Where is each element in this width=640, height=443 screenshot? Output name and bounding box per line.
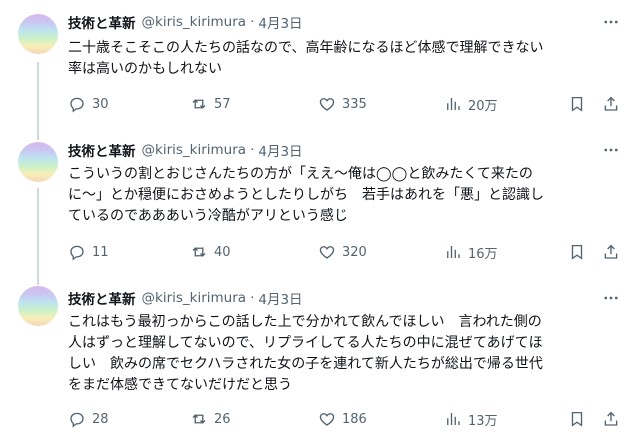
- action-bar: 28 26 186 13万: [68, 408, 620, 430]
- tweet-date[interactable]: 4月3日: [258, 12, 302, 32]
- views-count: 20万: [468, 98, 498, 114]
- views-button[interactable]: 16万: [444, 241, 498, 263]
- retweet-button[interactable]: 57: [190, 93, 231, 115]
- user-handle[interactable]: @kiris_kirimura: [142, 142, 247, 158]
- views-icon: [447, 413, 460, 425]
- share-button[interactable]: [602, 241, 620, 263]
- action-bar: 30 57 335 20万: [68, 93, 620, 115]
- tweet[interactable]: 技術と革新 @kiris_kirimura · 4月3日 こういうの割とおじさん…: [0, 136, 640, 284]
- views-button[interactable]: 20万: [444, 93, 498, 115]
- retweet-icon: [192, 414, 206, 424]
- retweet-button[interactable]: 40: [190, 241, 231, 263]
- like-button[interactable]: 335: [318, 93, 367, 115]
- reply-button[interactable]: 28: [68, 408, 109, 430]
- share-button[interactable]: [602, 93, 620, 115]
- views-count: 16万: [468, 246, 498, 262]
- reply-count: 30: [92, 96, 109, 112]
- views-icon: [447, 98, 460, 110]
- display-name[interactable]: 技術と革新: [68, 140, 136, 160]
- more-horizontal-icon[interactable]: [600, 140, 622, 160]
- display-name[interactable]: 技術と革新: [68, 288, 136, 308]
- reply-icon: [70, 97, 84, 113]
- share-icon: [604, 96, 618, 111]
- retweet-count: 26: [214, 411, 231, 427]
- separator-dot: ·: [250, 142, 255, 158]
- share-icon: [604, 411, 618, 426]
- heart-icon: [319, 246, 335, 259]
- more-horizontal-icon[interactable]: [600, 12, 622, 32]
- bookmark-icon: [571, 411, 583, 427]
- retweet-icon: [192, 99, 206, 109]
- bookmark-icon: [571, 244, 583, 260]
- like-count: 320: [342, 244, 367, 260]
- bookmark-button[interactable]: [568, 241, 586, 263]
- retweet-button[interactable]: 26: [190, 408, 231, 430]
- like-button[interactable]: 186: [318, 408, 367, 430]
- tweet-header: 技術と革新 @kiris_kirimura · 4月3日: [68, 140, 303, 160]
- reply-icon: [70, 245, 84, 261]
- bookmark-button[interactable]: [568, 93, 586, 115]
- more-horizontal-icon[interactable]: [600, 288, 622, 308]
- user-handle[interactable]: @kiris_kirimura: [142, 290, 247, 306]
- heart-icon: [319, 98, 335, 111]
- tweet-header: 技術と革新 @kiris_kirimura · 4月3日: [68, 288, 303, 308]
- heart-icon: [319, 413, 335, 426]
- reply-button[interactable]: 11: [68, 241, 109, 263]
- separator-dot: ·: [250, 290, 255, 306]
- avatar[interactable]: [18, 14, 58, 54]
- tweet-header: 技術と革新 @kiris_kirimura · 4月3日: [68, 12, 303, 32]
- reply-count: 11: [92, 244, 109, 260]
- tweet-text: 二十歳そこそこの人たちの話なので、高年齢になるほど体感で理解できない 率は高いの…: [68, 40, 544, 77]
- share-icon: [604, 244, 618, 259]
- user-handle[interactable]: @kiris_kirimura: [142, 14, 247, 30]
- retweet-count: 57: [214, 96, 231, 112]
- tweet-date[interactable]: 4月3日: [258, 288, 302, 308]
- share-button[interactable]: [602, 408, 620, 430]
- views-button[interactable]: 13万: [444, 408, 498, 430]
- retweet-icon: [192, 247, 206, 257]
- like-count: 335: [342, 96, 367, 112]
- display-name[interactable]: 技術と革新: [68, 12, 136, 32]
- separator-dot: ·: [250, 14, 255, 30]
- reply-icon: [70, 412, 84, 428]
- bookmark-icon: [571, 96, 583, 112]
- views-count: 13万: [468, 413, 498, 429]
- tweet-text: これはもう最初っからこの話した上で分かれて飲んでほしい 言われた側の 人はずっと…: [68, 314, 543, 393]
- retweet-count: 40: [214, 244, 231, 260]
- reply-button[interactable]: 30: [68, 93, 109, 115]
- bookmark-button[interactable]: [568, 408, 586, 430]
- avatar[interactable]: [18, 286, 58, 326]
- tweet[interactable]: 技術と革新 @kiris_kirimura · 4月3日 二十歳そこそこの人たち…: [0, 0, 640, 136]
- reply-count: 28: [92, 411, 109, 427]
- views-icon: [447, 246, 460, 258]
- tweet[interactable]: 技術と革新 @kiris_kirimura · 4月3日 これはもう最初っからこ…: [0, 284, 640, 443]
- like-button[interactable]: 320: [318, 241, 367, 263]
- tweet-text: こういうの割とおじさんたちの方が「ええ〜俺は◯◯と飲みたくて来たの に〜」とか穏…: [68, 166, 544, 224]
- tweet-date[interactable]: 4月3日: [258, 140, 302, 160]
- like-count: 186: [342, 411, 367, 427]
- avatar[interactable]: [18, 142, 58, 182]
- action-bar: 11 40 320 16万: [68, 241, 620, 263]
